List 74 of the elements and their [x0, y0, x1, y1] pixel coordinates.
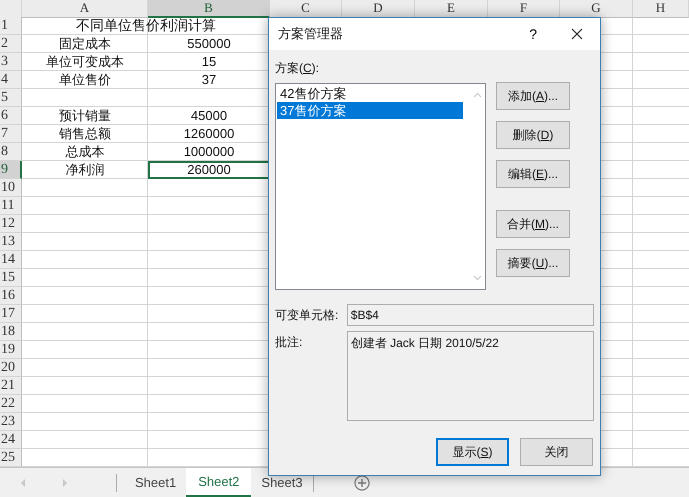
row-header[interactable]: 6 — [0, 107, 22, 125]
row-header[interactable]: 8 — [0, 143, 22, 161]
row-header[interactable]: 15 — [0, 269, 22, 287]
list-item[interactable]: 42售价方案 — [277, 85, 463, 102]
comment-label: 批注: — [275, 334, 304, 351]
row-header[interactable]: 12 — [0, 215, 22, 233]
row-header[interactable]: 21 — [0, 377, 22, 395]
row-header[interactable]: 20 — [0, 359, 22, 377]
row-header[interactable]: 18 — [0, 323, 22, 341]
select-all-corner[interactable] — [0, 0, 22, 18]
dialog-button[interactable]: 摘要(U)... — [496, 249, 570, 277]
close-icon[interactable] — [571, 28, 583, 40]
dialog-button[interactable]: 编辑(E)... — [496, 160, 570, 188]
column-header[interactable]: F — [488, 0, 560, 18]
column-header[interactable]: A — [22, 0, 148, 18]
row-header[interactable]: 7 — [0, 125, 22, 143]
dialog-button[interactable]: 删除(D) — [496, 121, 570, 149]
dialog-title: 方案管理器 — [278, 25, 344, 43]
column-header[interactable]: D — [342, 0, 415, 18]
list-label: 方案(C): — [275, 60, 320, 77]
table-cell-text: 37 — [200, 71, 218, 89]
sheet-tab[interactable]: Sheet1 — [125, 468, 186, 496]
dialog-button[interactable]: 添加(A)... — [496, 82, 570, 110]
row-header[interactable]: 1 — [0, 17, 22, 35]
table-cell-text: 单位售价 — [58, 71, 112, 89]
column-header[interactable]: E — [415, 0, 488, 18]
column-header[interactable]: C — [270, 0, 342, 18]
table-cell: 260000 — [148, 161, 270, 179]
help-button[interactable]: ? — [525, 26, 541, 42]
row-header[interactable]: 4 — [0, 71, 22, 89]
row-header[interactable]: 13 — [0, 233, 22, 251]
row-header[interactable]: 19 — [0, 341, 22, 359]
list-item[interactable]: 37售价方案 — [277, 102, 463, 119]
row-header[interactable]: 3 — [0, 53, 22, 71]
dialog-button[interactable]: 合并(M)... — [496, 210, 570, 238]
table-cell-text: 销售总额 — [58, 125, 112, 143]
column-header[interactable]: H — [633, 0, 689, 18]
scroll-down-icon[interactable] — [472, 275, 482, 281]
row-header[interactable]: 11 — [0, 197, 22, 215]
table-cell-text: 550000 — [186, 35, 232, 53]
comment-field[interactable]: 创建者 Jack 日期 2010/5/22 — [346, 331, 594, 421]
row-header[interactable]: 22 — [0, 395, 22, 413]
row-header[interactable]: 24 — [0, 431, 22, 449]
row-header[interactable]: 10 — [0, 179, 22, 197]
row-header[interactable]: 2 — [0, 35, 22, 53]
dialog-button[interactable]: 显示(S) — [436, 438, 509, 466]
scroll-up-icon[interactable] — [472, 92, 482, 98]
table-cell-text: 净利润 — [64, 161, 106, 179]
table-cell-text: 1260000 — [182, 125, 236, 143]
row-header[interactable]: 5 — [0, 89, 22, 107]
scenario-list[interactable]: 42售价方案 37售价方案 — [275, 83, 486, 290]
table-cell-text: 不同单位售价利润计算 — [75, 17, 217, 35]
row-header[interactable]: 17 — [0, 305, 22, 323]
row-header[interactable]: 16 — [0, 287, 22, 305]
changing-cells-label: 可变单元格: — [275, 307, 340, 324]
sheet-tab[interactable]: Sheet2 — [186, 468, 252, 496]
row-header[interactable]: 25 — [0, 449, 22, 467]
table-cell-text: 单位可变成本 — [45, 53, 125, 71]
column-header[interactable]: G — [560, 0, 633, 18]
row-header[interactable]: 14 — [0, 251, 22, 269]
row-header[interactable]: 9 — [0, 161, 22, 179]
column-header[interactable]: B — [148, 0, 270, 18]
changing-cells-field[interactable]: $B$4 — [346, 304, 594, 326]
row-header[interactable]: 23 — [0, 413, 22, 431]
table-cell-text: 预计销量 — [58, 107, 112, 125]
table-cell-text: 1000000 — [182, 143, 236, 161]
sheet-tab[interactable]: Sheet3 — [251, 468, 313, 496]
dialog-button[interactable]: 关闭 — [520, 438, 593, 466]
table-cell-text: 固定成本 — [58, 35, 112, 53]
table-cell-text: 总成本 — [64, 143, 106, 161]
scroll-right-icon[interactable] — [60, 478, 70, 488]
table-cell-text: 45000 — [190, 107, 228, 125]
table-cell-text: 15 — [200, 53, 218, 71]
add-sheet-icon[interactable] — [354, 474, 370, 490]
